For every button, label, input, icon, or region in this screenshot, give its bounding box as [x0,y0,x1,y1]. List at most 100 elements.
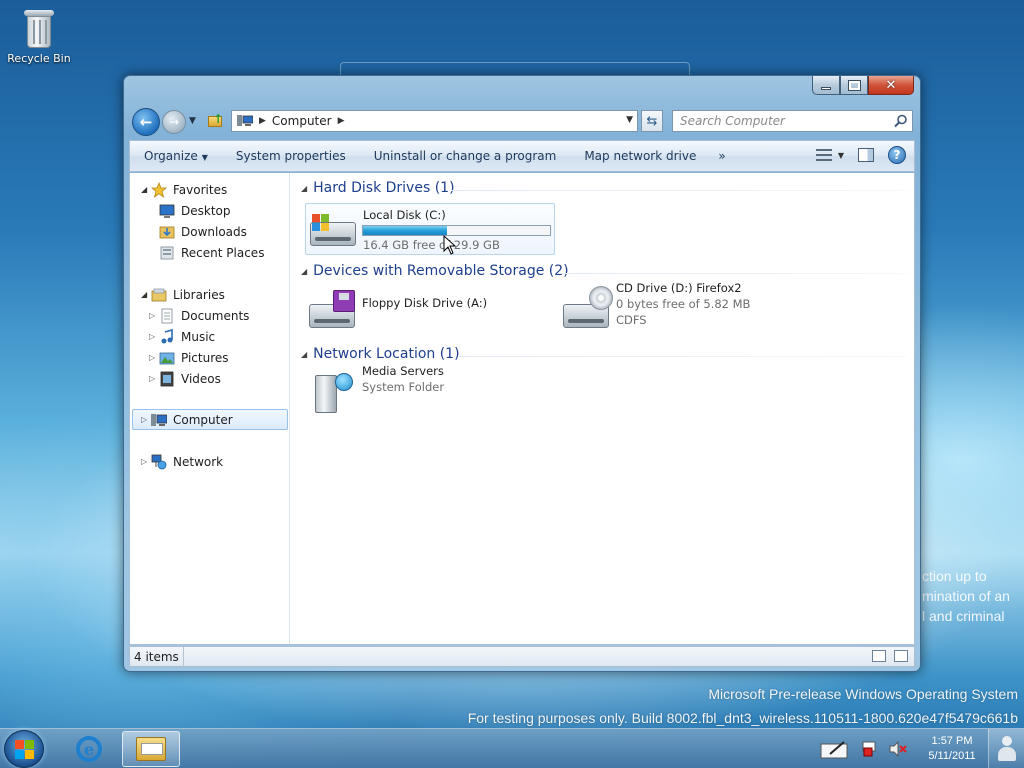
maximize-button[interactable] [840,76,868,95]
cd-drive-filesystem: CDFS [616,313,647,327]
large-icons-view-icon[interactable] [894,650,908,662]
taskbar-windows-explorer[interactable] [122,731,180,767]
nav-favorites[interactable]: ◢ Favorites [141,179,227,200]
address-bar[interactable]: ▶ Computer ▶ ▼ [231,110,638,132]
minimize-icon [821,86,831,90]
collapse-arrow-icon[interactable]: ◢ [301,184,307,193]
nav-computer[interactable]: ▷ Computer [132,409,288,430]
group-divider [459,356,907,357]
group-header-removable[interactable]: ◢ Devices with Removable Storage (2) [301,263,569,279]
volume-muted-icon[interactable] [888,740,908,758]
nav-music[interactable]: ▷ Music [149,326,215,347]
clock[interactable]: 1:57 PM 5/11/2011 [916,734,988,764]
folder-icon [136,737,166,761]
navigation-pane: ◢ Favorites Desktop Downloads Recent Pla… [130,173,290,644]
breadcrumb-separator[interactable]: ▶ [338,116,345,126]
close-button[interactable]: ✕ [868,76,914,95]
up-folder-button[interactable]: ↑ [207,112,225,130]
recent-places-icon [159,245,175,261]
up-arrow-icon: ↑ [213,112,224,126]
show-desktop-button[interactable] [988,729,1024,768]
address-dropdown[interactable]: ▼ [626,115,633,125]
expand-arrow-icon[interactable]: ◢ [141,290,151,299]
windows-logo-icon [312,214,330,232]
explorer-body: ◢ Favorites Desktop Downloads Recent Pla… [129,173,915,645]
breadcrumb-separator[interactable]: ▶ [259,116,266,126]
media-servers[interactable]: Media Servers System Folder [305,364,525,421]
forward-button[interactable]: → [162,110,186,134]
expand-arrow-icon[interactable]: ▷ [141,457,151,466]
close-icon: ✕ [885,77,897,93]
taskbar-internet-explorer[interactable]: e [60,731,118,767]
system-properties-button[interactable]: System properties [222,149,360,163]
forward-arrow-icon: → [168,115,180,129]
libraries-icon [151,287,167,303]
organize-menu[interactable]: Organize ▼ [130,149,222,163]
cd-drive-d[interactable]: CD Drive (D:) Firefox2 0 bytes free of 5… [559,281,779,338]
expand-arrow-icon[interactable]: ◢ [141,185,151,194]
tablet-input-icon[interactable] [820,740,850,759]
preview-pane-button[interactable] [858,148,874,162]
recent-pages-dropdown[interactable]: ▼ [189,116,196,126]
nav-downloads[interactable]: Downloads [159,221,247,242]
content-pane: ◢ Hard Disk Drives (1) Local Disk (C:) 1… [291,173,914,644]
nav-desktop[interactable]: Desktop [159,200,231,221]
music-icon [159,328,175,345]
status-bar: 4 items [129,646,915,667]
recycle-bin[interactable]: Recycle Bin [6,6,72,65]
search-box[interactable] [672,110,913,132]
group-header-network-location[interactable]: ◢ Network Location (1) [301,346,460,362]
uninstall-program-button[interactable]: Uninstall or change a program [360,149,571,163]
chevron-down-icon: ▼ [201,153,208,162]
map-network-drive-button[interactable]: Map network drive [570,149,710,163]
downloads-folder-icon [159,224,175,240]
navigation-bar: ← → ▼ ↑ ▶ Computer ▶ ▼ ⇆ [132,107,913,136]
floppy-drive-icon [309,290,357,336]
more-commands-button[interactable]: » [710,149,733,163]
collapse-arrow-icon[interactable]: ◢ [301,350,307,359]
expand-arrow-icon[interactable]: ▷ [149,332,159,341]
background-dialog-text: ction up to mination of an l and crimina… [922,568,1010,624]
breadcrumb-computer[interactable]: Computer [272,114,332,128]
group-header-hard-disk[interactable]: ◢ Hard Disk Drives (1) [301,180,455,196]
nav-libraries[interactable]: ◢ Libraries [141,284,225,305]
media-servers-type: System Folder [362,380,445,394]
computer-icon [237,115,254,127]
nav-videos[interactable]: ▷ Videos [149,368,221,389]
back-button[interactable]: ← [132,108,160,136]
nav-pictures[interactable]: ▷ Pictures [149,347,229,368]
media-server-icon [309,373,357,419]
search-icon[interactable] [894,114,908,128]
help-button[interactable]: ? [888,146,906,164]
refresh-button[interactable]: ⇆ [641,110,663,132]
floppy-drive-name: Floppy Disk Drive (A:) [362,296,488,310]
group-divider [557,273,907,274]
expand-arrow-icon[interactable]: ▷ [141,415,151,424]
action-center-flag-icon[interactable] [860,740,880,758]
back-arrow-icon: ← [139,113,153,131]
user-icon [997,736,1017,762]
caption-buttons: ✕ [812,76,914,95]
floppy-disk-drive[interactable]: Floppy Disk Drive (A:) [305,286,545,338]
start-button[interactable] [4,730,44,768]
nav-recent-places[interactable]: Recent Places [159,242,264,263]
local-disk-c[interactable]: Local Disk (C:) 16.4 GB free of 29.9 GB [305,203,555,255]
expand-arrow-icon[interactable]: ▷ [149,311,159,320]
collapse-arrow-icon[interactable]: ◢ [301,267,307,276]
mouse-cursor-icon [443,234,457,255]
capacity-fill [363,226,448,235]
change-view-button[interactable]: ▼ [815,148,844,162]
command-bar: Organize ▼ System properties Uninstall or… [129,140,915,172]
expand-arrow-icon[interactable]: ▷ [149,374,159,383]
expand-arrow-icon[interactable]: ▷ [149,353,159,362]
documents-icon [159,308,175,324]
recycle-bin-icon [24,8,54,48]
cd-drive-name: CD Drive (D:) Firefox2 [616,281,742,295]
nav-network[interactable]: ▷ Network [141,451,223,472]
refresh-icon: ⇆ [646,113,658,129]
nav-documents[interactable]: ▷ Documents [149,305,249,326]
details-view-icon[interactable] [872,650,886,662]
minimize-button[interactable] [812,76,840,95]
videos-icon [159,371,175,387]
search-input[interactable] [673,111,883,131]
